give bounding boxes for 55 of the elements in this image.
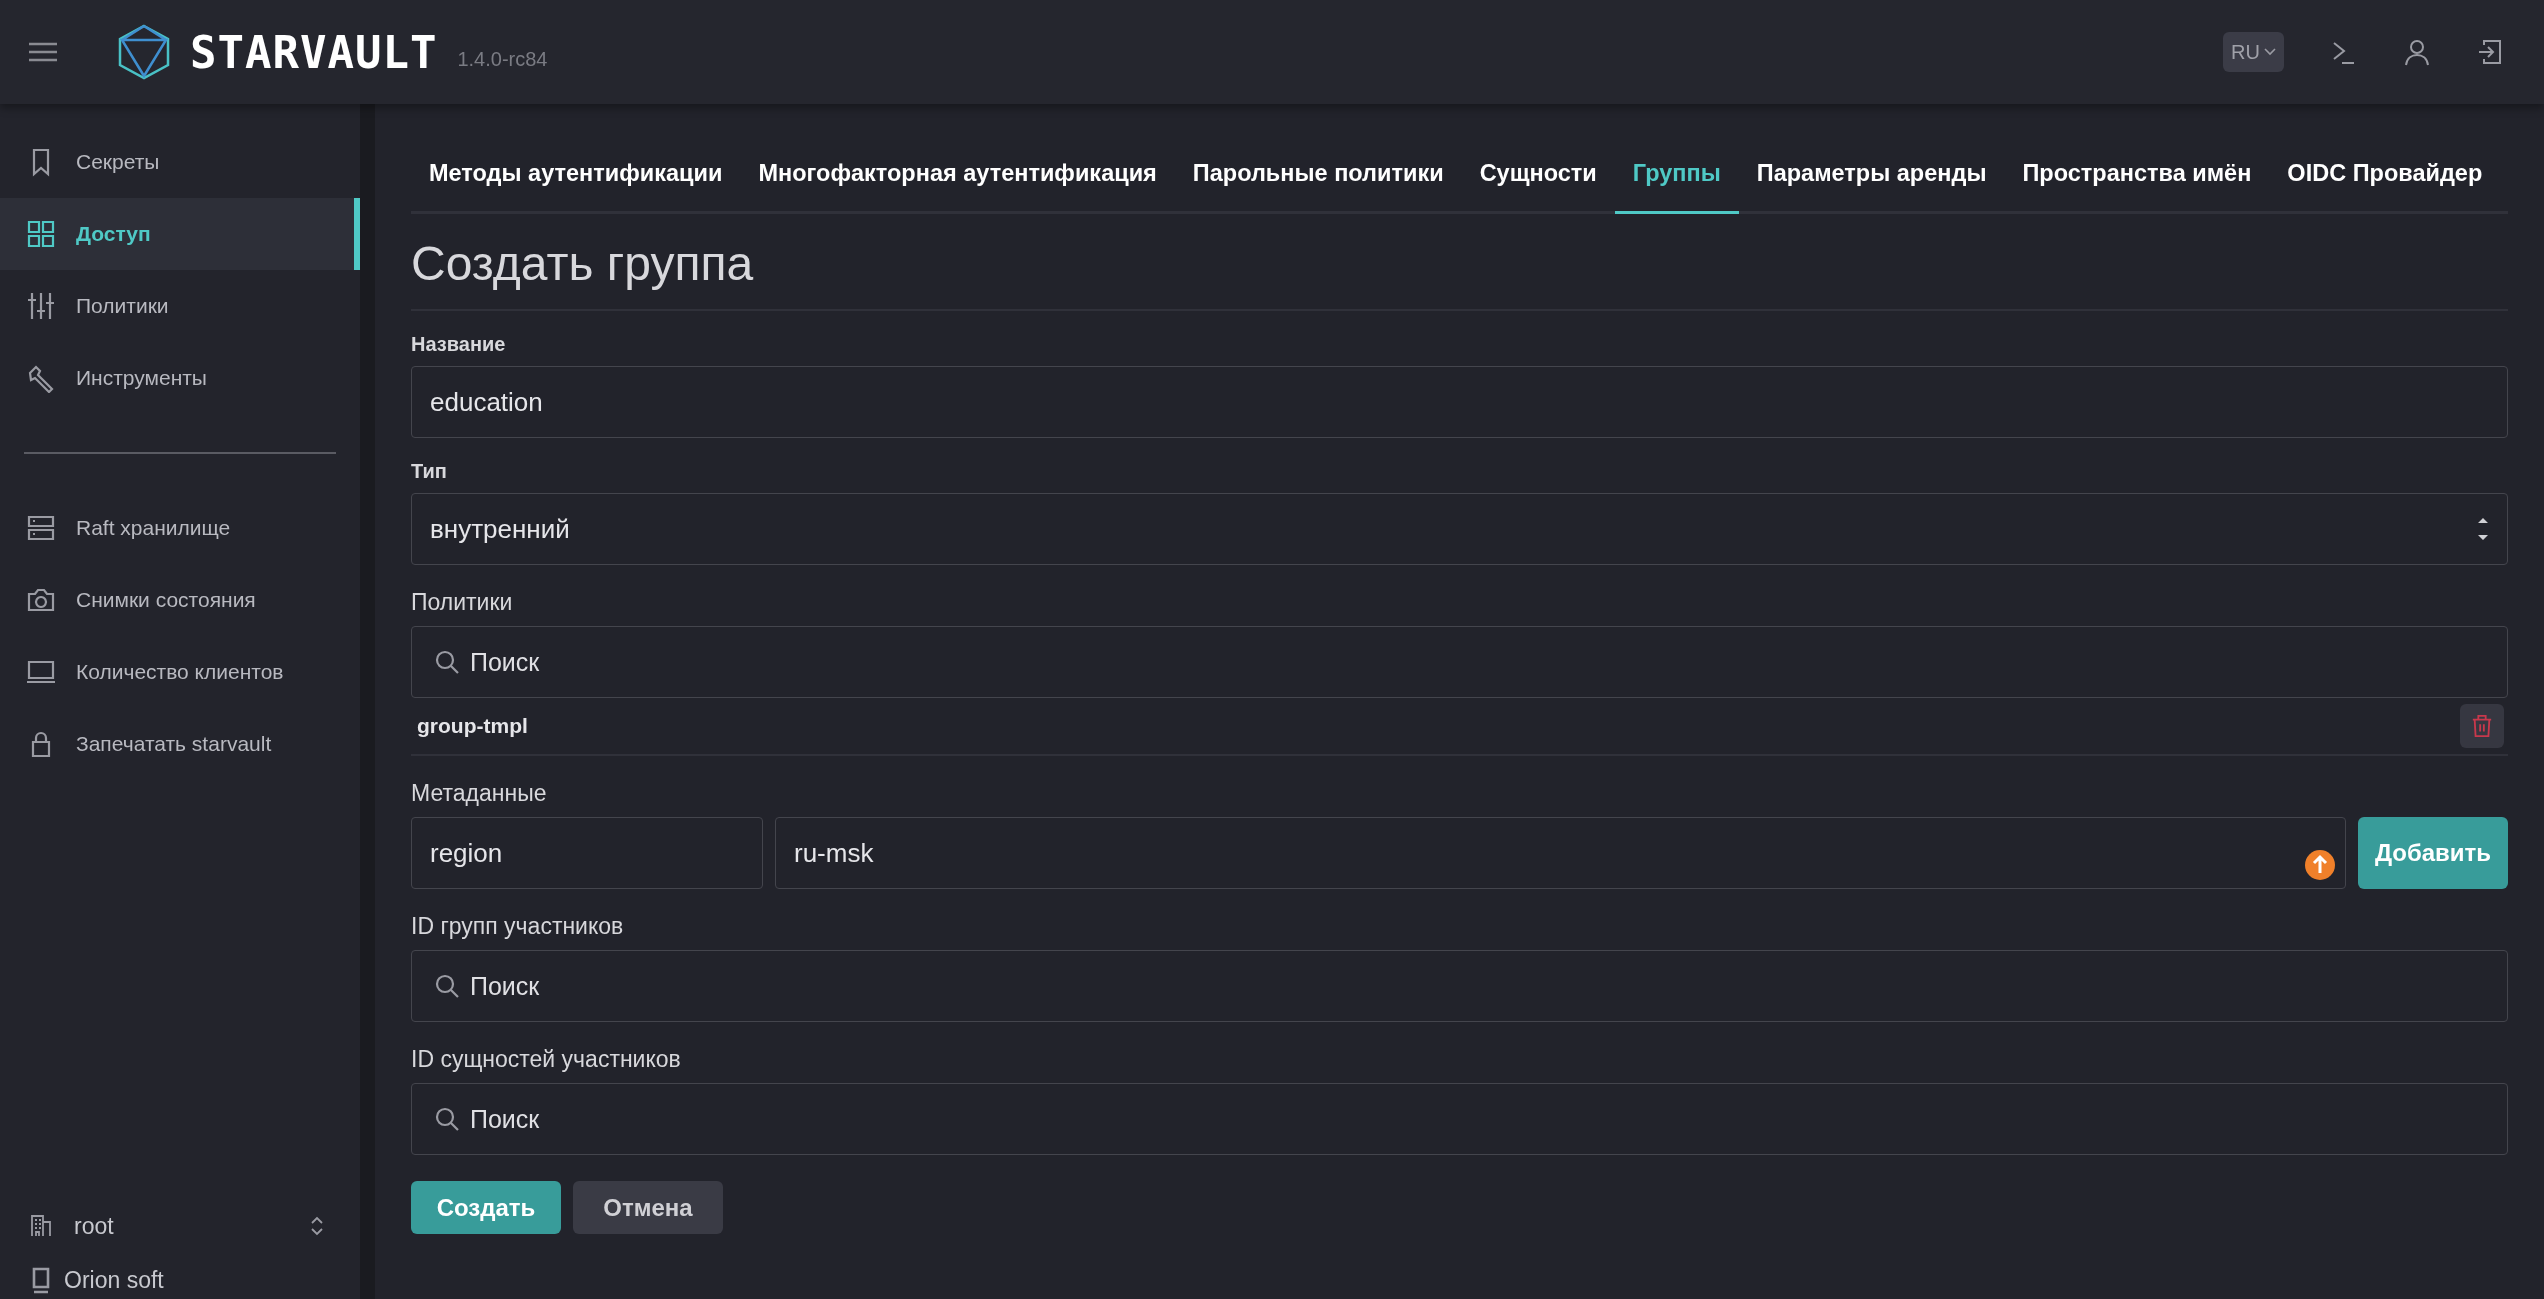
- building-icon: [30, 1214, 52, 1238]
- trash-icon: [2471, 713, 2493, 739]
- sidebar-item[interactable]: Доступ: [0, 198, 360, 270]
- key-field[interactable]: region: [411, 817, 763, 889]
- sort-icon: [310, 1215, 324, 1237]
- server-icon: [26, 513, 56, 543]
- sidebar-item[interactable]: Секреты: [0, 126, 360, 198]
- sidebar-item[interactable]: Количество клиентов: [0, 636, 360, 708]
- tab[interactable]: Сущности: [1461, 140, 1615, 214]
- namespace-selector[interactable]: root: [0, 1201, 360, 1251]
- tab[interactable]: Многофакторная аутентификация: [740, 140, 1175, 214]
- field-label: Название: [411, 333, 507, 356]
- value-field[interactable]: ru-msk: [775, 817, 2346, 889]
- arrow-up-icon: [2305, 850, 2335, 880]
- select-field[interactable]: внутренний: [411, 493, 2508, 565]
- sidebar-item[interactable]: Raft хранилище: [0, 492, 360, 564]
- field-label: ID сущностей участников: [411, 1046, 682, 1073]
- brand-logo-icon: [30, 1265, 52, 1295]
- tab[interactable]: Параметры аренды: [1738, 140, 2005, 214]
- menu-icon[interactable]: [28, 42, 58, 62]
- wrench-icon: [26, 363, 56, 393]
- policy-name: group-tmpl: [417, 714, 528, 738]
- tab[interactable]: Парольные политики: [1174, 140, 1462, 214]
- search-field[interactable]: Поиск: [411, 1083, 2508, 1155]
- field-label: Тип: [411, 460, 448, 483]
- field-label: Политики: [411, 589, 514, 616]
- language-dropdown[interactable]: RU: [2223, 32, 2284, 72]
- sidebar-item[interactable]: Инструменты: [0, 342, 360, 414]
- tab[interactable]: OIDC Провайдер: [2269, 140, 2501, 214]
- tab[interactable]: Методы аутентификации: [411, 140, 741, 214]
- grid-icon: [26, 219, 56, 249]
- sliders-icon: [26, 291, 56, 321]
- logo-text: STARVAULT: [190, 26, 438, 78]
- sidebar-item[interactable]: Политики: [0, 270, 360, 342]
- field-label: ID групп участников: [411, 913, 625, 940]
- field-label: Метаданные: [411, 780, 548, 807]
- chevron-down-icon: [2264, 48, 2276, 56]
- search-icon: [434, 649, 460, 675]
- version-label: 1.4.0-rc84: [457, 47, 548, 71]
- search-icon: [434, 1106, 460, 1132]
- cancel-button[interactable]: Отмена: [573, 1181, 723, 1234]
- page-title: Создать группа: [411, 214, 2508, 311]
- search-icon: [434, 973, 460, 999]
- spinner-arrows-icon: [2477, 516, 2489, 542]
- brand-name: Orion soft: [64, 1266, 164, 1294]
- tab[interactable]: Пространства имён: [2004, 140, 2270, 214]
- user-icon[interactable]: [2402, 37, 2432, 67]
- text-field[interactable]: education: [411, 366, 2508, 438]
- search-field[interactable]: Поиск: [411, 950, 2508, 1022]
- sidebar-item[interactable]: Запечатать starvault: [0, 708, 360, 780]
- delete-button[interactable]: [2460, 704, 2504, 748]
- search-field[interactable]: Поиск: [411, 626, 2508, 698]
- tab[interactable]: Группы: [1614, 140, 1739, 214]
- logo-icon: [118, 24, 170, 80]
- sidebar-item[interactable]: Снимки состояния: [0, 564, 360, 636]
